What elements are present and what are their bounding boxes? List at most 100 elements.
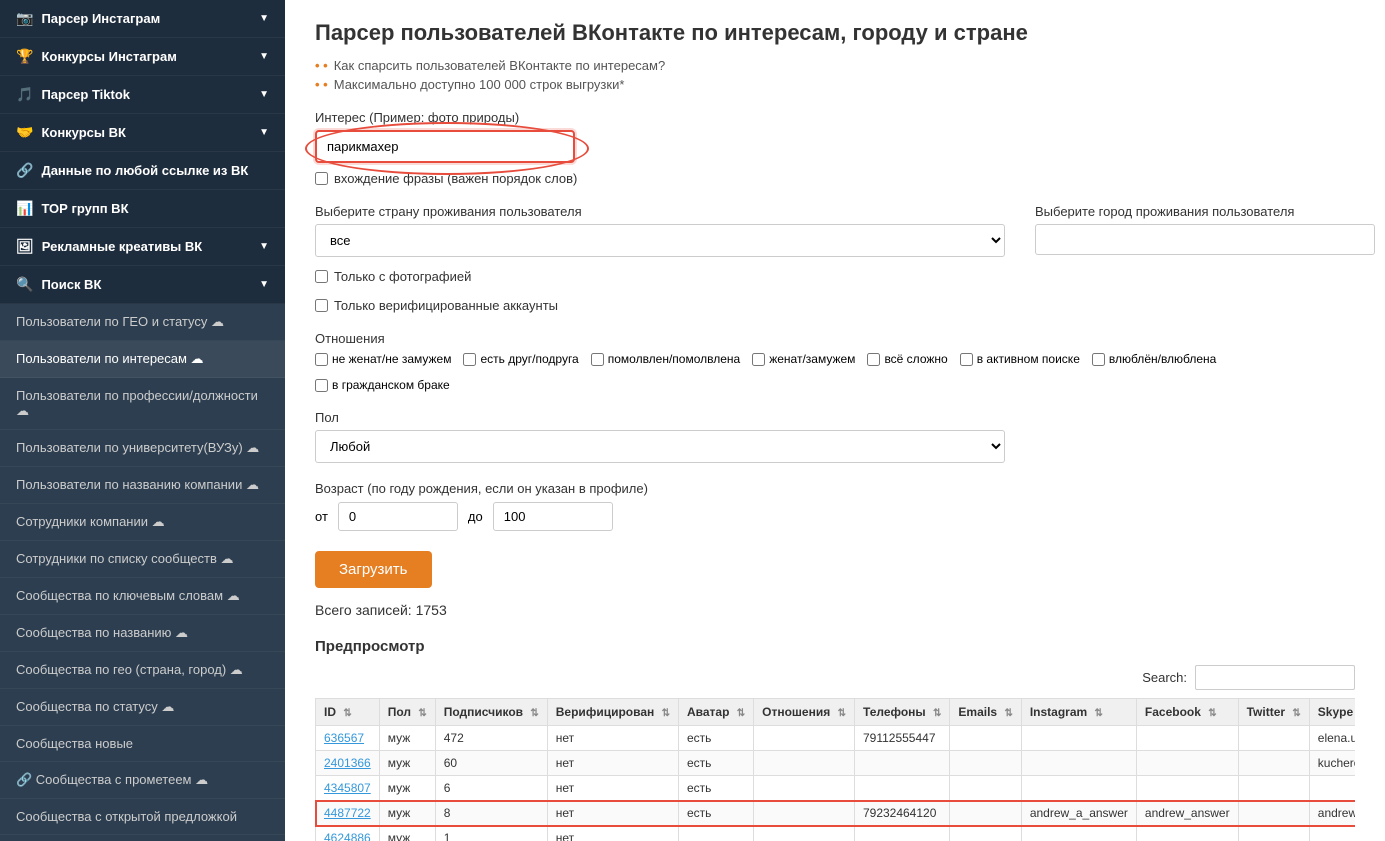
cell-avatar: есть bbox=[678, 726, 753, 751]
verified-checkbox[interactable] bbox=[315, 299, 328, 312]
cell-subscribers: 6 bbox=[435, 776, 547, 801]
cell-pol: муж bbox=[379, 751, 435, 776]
sidebar-item-polzovateli-university[interactable]: Пользователи по университету(ВУЗу) ☁ bbox=[0, 430, 285, 467]
relation-checkbox-5[interactable] bbox=[867, 353, 880, 366]
cell-instagram bbox=[1021, 751, 1136, 776]
relation-checkbox-2[interactable] bbox=[463, 353, 476, 366]
handshake-icon: 🤝 bbox=[16, 124, 33, 141]
sidebar-item-data-vk-link[interactable]: 🔗 Данные по любой ссылке из ВК bbox=[0, 152, 285, 190]
cell-verified: нет bbox=[547, 776, 678, 801]
id-link[interactable]: 2401366 bbox=[324, 756, 371, 770]
col-pol[interactable]: Пол ⇅ bbox=[379, 699, 435, 726]
col-subscribers[interactable]: Подписчиков ⇅ bbox=[435, 699, 547, 726]
cell-avatar: есть bbox=[678, 801, 753, 826]
table-row: 2401366муж60нетестьkucherov.pro bbox=[316, 751, 1356, 776]
phrase-checkbox[interactable] bbox=[315, 172, 328, 185]
sidebar-item-soobshestva-keywords[interactable]: Сообщества по ключевым словам ☁ bbox=[0, 578, 285, 615]
cell-instagram bbox=[1021, 726, 1136, 751]
cell-emails bbox=[950, 826, 1021, 841]
sort-icon-emails: ⇅ bbox=[1004, 708, 1012, 719]
sidebar-item-soobshestva-new[interactable]: Сообщества новые bbox=[0, 726, 285, 762]
interest-input[interactable] bbox=[315, 130, 575, 163]
sidebar-item-parser-instagram[interactable]: 📷 Парсер Инстаграм ▼ bbox=[0, 0, 285, 38]
cell-relations bbox=[754, 801, 855, 826]
id-link[interactable]: 636567 bbox=[324, 731, 364, 745]
table-row: 4345807муж6нетесть bbox=[316, 776, 1356, 801]
relation-6: в активном поиске bbox=[960, 352, 1080, 366]
col-id[interactable]: ID ⇅ bbox=[316, 699, 380, 726]
sidebar-item-konkurs-vk[interactable]: 🤝 Конкурсы ВК ▼ bbox=[0, 114, 285, 152]
sidebar-item-polzovateli-interesy[interactable]: Пользователи по интересам ☁ bbox=[0, 341, 285, 378]
cell-verified: нет bbox=[547, 826, 678, 841]
col-avatar[interactable]: Аватар ⇅ bbox=[678, 699, 753, 726]
age-from-input[interactable] bbox=[338, 502, 458, 531]
col-instagram[interactable]: Instagram ⇅ bbox=[1021, 699, 1136, 726]
sidebar-item-soobshestva-geo[interactable]: Сообщества по гео (страна, город) ☁ bbox=[0, 652, 285, 689]
col-emails[interactable]: Emails ⇅ bbox=[950, 699, 1021, 726]
sidebar-item-polzovateli-professiya[interactable]: Пользователи по профессии/должности ☁ bbox=[0, 378, 285, 430]
cell-phones bbox=[854, 776, 949, 801]
gender-section: Пол Любой Мужской Женский bbox=[315, 410, 1355, 463]
table-row: 636567муж472нетесть79112555447elena.uea bbox=[316, 726, 1356, 751]
sidebar-item-label: Поиск ВК bbox=[41, 277, 101, 292]
search-icon: 🔍 bbox=[16, 276, 33, 293]
cell-phones bbox=[854, 826, 949, 841]
sidebar-item-top-groups[interactable]: 📊 ТОР групп ВК bbox=[0, 190, 285, 228]
gender-select[interactable]: Любой Мужской Женский bbox=[315, 430, 1005, 463]
city-input[interactable] bbox=[1035, 224, 1375, 255]
relation-checkbox-7[interactable] bbox=[1092, 353, 1105, 366]
col-verified[interactable]: Верифицирован ⇅ bbox=[547, 699, 678, 726]
interest-section: Интерес (Пример: фото природы) вхождение… bbox=[315, 110, 1355, 186]
id-link[interactable]: 4624886 bbox=[324, 831, 371, 841]
cell-skype: kucherov.pro bbox=[1309, 751, 1355, 776]
country-select[interactable]: все Россия Украина Беларусь bbox=[315, 224, 1005, 257]
id-link[interactable]: 4487722 bbox=[324, 806, 371, 820]
table-row: 4624886муж1нет bbox=[316, 826, 1356, 841]
cell-pol: муж bbox=[379, 776, 435, 801]
sidebar-item-parser-tiktok[interactable]: 🎵 Парсер Tiktok ▼ bbox=[0, 76, 285, 114]
col-relations[interactable]: Отношения ⇅ bbox=[754, 699, 855, 726]
cell-id: 2401366 bbox=[316, 751, 380, 776]
chevron-down-icon: ▼ bbox=[259, 279, 269, 290]
cell-verified: нет bbox=[547, 801, 678, 826]
relation-5: всё сложно bbox=[867, 352, 947, 366]
age-label: Возраст (по году рождения, если он указа… bbox=[315, 481, 1355, 496]
photo-checkbox-row: Только с фотографией bbox=[315, 269, 1355, 284]
sidebar-item-soobshestva-name[interactable]: Сообщества по названию ☁ bbox=[0, 615, 285, 652]
city-label: Выберите город проживания пользователя bbox=[1035, 204, 1375, 219]
sidebar-item-label: Пользователи по университету(ВУЗу) ☁ bbox=[16, 440, 259, 456]
sidebar-item-soobshestva-status[interactable]: Сообщества по статусу ☁ bbox=[0, 689, 285, 726]
sidebar-item-label: Сообщества новые bbox=[16, 736, 133, 751]
cell-phones: 79232464120 bbox=[854, 801, 949, 826]
col-facebook[interactable]: Facebook ⇅ bbox=[1136, 699, 1238, 726]
id-link[interactable]: 4345807 bbox=[324, 781, 371, 795]
relation-checkbox-4[interactable] bbox=[752, 353, 765, 366]
gender-label: Пол bbox=[315, 410, 1355, 425]
sidebar-item-sotrudniki-company[interactable]: Сотрудники компании ☁ bbox=[0, 504, 285, 541]
sidebar-item-polzovateli-company[interactable]: Пользователи по названию компании ☁ bbox=[0, 467, 285, 504]
cell-facebook bbox=[1136, 776, 1238, 801]
interest-label: Интерес (Пример: фото природы) bbox=[315, 110, 1355, 125]
sidebar-item-soobshestva-prometeem[interactable]: 🔗 Сообщества с прометеем ☁ bbox=[0, 762, 285, 799]
age-to-input[interactable] bbox=[493, 502, 613, 531]
sidebar-item-filtraciya-date[interactable]: Фильтрация по дате последнего поста bbox=[0, 835, 285, 841]
relation-checkbox-8[interactable] bbox=[315, 379, 328, 392]
col-twitter[interactable]: Twitter ⇅ bbox=[1238, 699, 1309, 726]
sidebar-item-reklam[interactable]: 🖼 Рекламные креативы ВК ▼ bbox=[0, 228, 285, 266]
sidebar-item-poisk-vk[interactable]: 🔍 Поиск ВК ▼ bbox=[0, 266, 285, 304]
search-input[interactable] bbox=[1195, 665, 1355, 690]
col-skype[interactable]: Skype ⇅ bbox=[1309, 699, 1355, 726]
sidebar-item-konkurs-instagram[interactable]: 🏆 Конкурсы Инстаграм ▼ bbox=[0, 38, 285, 76]
country-field: Выберите страну проживания пользователя … bbox=[315, 204, 1005, 257]
relation-checkbox-3[interactable] bbox=[591, 353, 604, 366]
col-phones[interactable]: Телефоны ⇅ bbox=[854, 699, 949, 726]
sidebar-item-polzovateli-geo[interactable]: Пользователи по ГЕО и статусу ☁ bbox=[0, 304, 285, 341]
sidebar-item-sotrudniki-list[interactable]: Сотрудники по списку сообществ ☁ bbox=[0, 541, 285, 578]
location-section: Выберите страну проживания пользователя … bbox=[315, 204, 1355, 257]
relation-checkbox-1[interactable] bbox=[315, 353, 328, 366]
load-button[interactable]: Загрузить bbox=[315, 551, 432, 588]
photo-checkbox[interactable] bbox=[315, 270, 328, 283]
age-section: Возраст (по году рождения, если он указа… bbox=[315, 481, 1355, 531]
sidebar-item-soobshestva-open[interactable]: Сообщества с открытой предложкой bbox=[0, 799, 285, 835]
relation-checkbox-6[interactable] bbox=[960, 353, 973, 366]
